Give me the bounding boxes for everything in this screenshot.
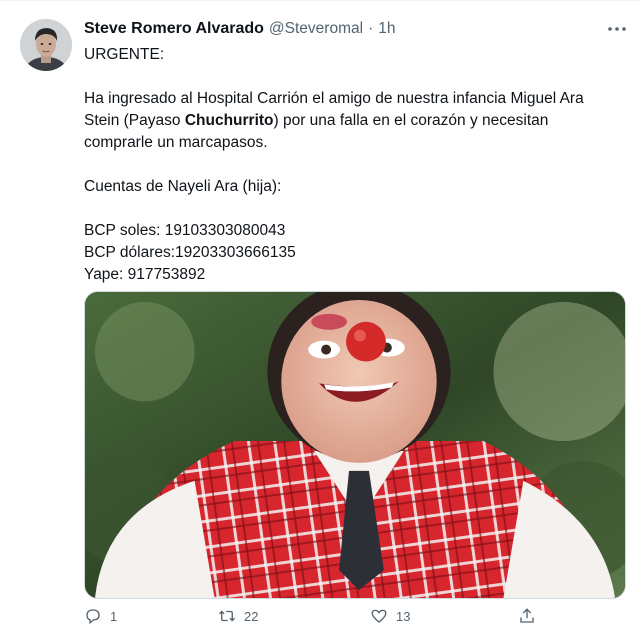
- text-line: comprarle un marcapasos.: [84, 134, 268, 151]
- text-line: BCP dólares:19203303666135: [84, 244, 296, 261]
- reply-button[interactable]: 1: [84, 607, 117, 624]
- share-button[interactable]: [518, 607, 544, 624]
- author-name[interactable]: Steve Romero Alvarado: [84, 20, 264, 38]
- text-line: Cuentas de Nayeli Ara (hija):: [84, 178, 282, 195]
- text-bold-segment: Chuchurrito: [184, 112, 274, 129]
- retweet-count: 22: [244, 608, 259, 624]
- more-icon: [608, 27, 626, 31]
- share-icon: [520, 608, 534, 623]
- reply-icon: [86, 609, 100, 624]
- text-segment: Stein (Payaso: [84, 112, 185, 129]
- text-line: URGENTE:: [84, 46, 165, 63]
- clown-photo: [85, 292, 625, 598]
- like-button[interactable]: 13: [370, 607, 410, 624]
- avatar-image: [20, 19, 72, 71]
- retweet-button[interactable]: 22: [218, 607, 258, 624]
- tweet-timestamp[interactable]: 1h: [378, 20, 395, 38]
- more-button[interactable]: [604, 19, 630, 39]
- retweet-icon: [219, 610, 235, 622]
- author-handle[interactable]: @Steveromal: [269, 20, 363, 38]
- text-line: BCP soles: 19103303080043: [84, 222, 286, 239]
- text-line: Yape: 917753892: [84, 266, 206, 283]
- tweet-header: Steve Romero Alvarado @Steveromal · 1h: [84, 20, 395, 38]
- reply-count: 1: [110, 608, 118, 624]
- tweet-text: URGENTE: Ha ingresado al Hospital Carrió…: [84, 44, 624, 286]
- text-line: Ha ingresado al Hospital Carrión el amig…: [84, 90, 584, 107]
- tweet-photo[interactable]: [84, 291, 626, 599]
- like-count: 13: [396, 608, 411, 624]
- avatar[interactable]: [20, 19, 72, 71]
- text-segment: ) por una falla en el corazón y necesita…: [273, 112, 549, 129]
- tweet-actions: 1 22 13: [84, 607, 624, 624]
- text-line: Stein (Payaso Chuchurrito) por una falla…: [84, 110, 624, 132]
- tweet-card[interactable]: Steve Romero Alvarado @Steveromal · 1h U…: [0, 0, 640, 624]
- separator-dot: ·: [368, 20, 374, 37]
- heart-icon: [371, 609, 387, 623]
